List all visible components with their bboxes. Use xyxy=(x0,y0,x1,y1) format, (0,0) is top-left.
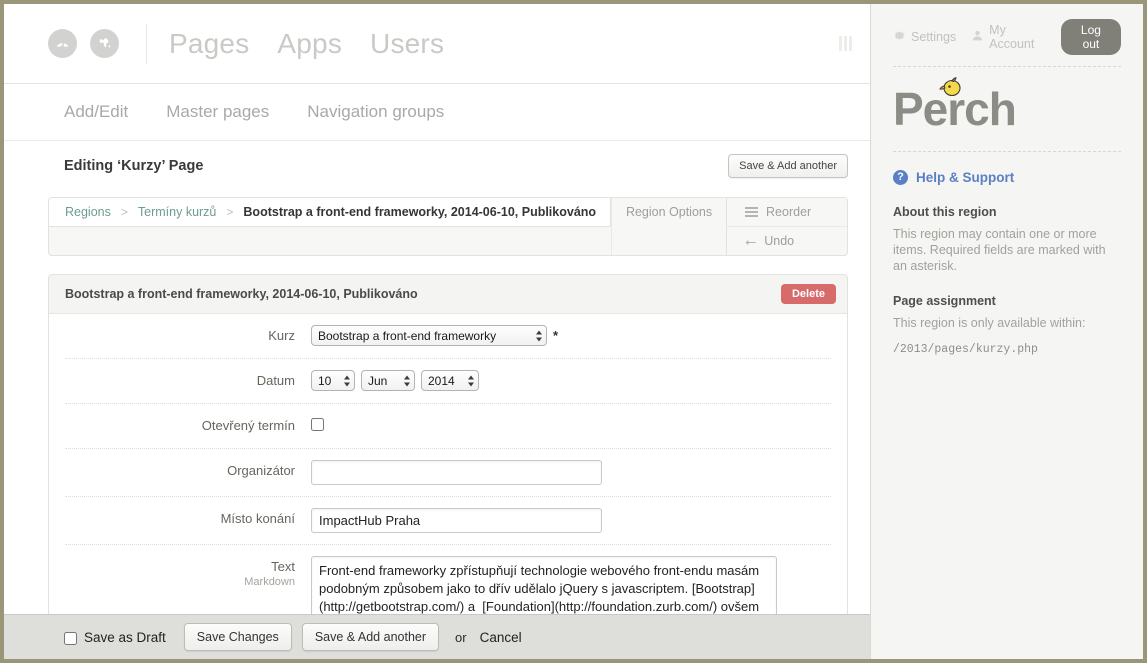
field-label-otevreny-termin: Otevřený termín xyxy=(65,415,311,433)
breadcrumb-left: Regions > Termíny kurzů > Bootstrap a fr… xyxy=(49,198,611,255)
bird-icon xyxy=(939,77,963,99)
otevreny-termin-checkbox[interactable] xyxy=(311,418,324,431)
save-bar: Save as Draft Save Changes Save & Add an… xyxy=(4,614,870,659)
subnav-navigation-groups[interactable]: Navigation groups xyxy=(307,102,444,122)
undo-button[interactable]: ⭠ Undo xyxy=(727,227,847,255)
datum-day-select[interactable]: 10 xyxy=(311,370,355,391)
my-account-link[interactable]: My Account xyxy=(971,23,1046,51)
hamburger-icon xyxy=(745,207,758,217)
save-as-draft-checkbox[interactable] xyxy=(64,632,77,645)
settings-label: Settings xyxy=(911,30,956,44)
dashboard-icon[interactable] xyxy=(48,29,77,58)
datum-month-select[interactable]: Jun xyxy=(361,370,415,391)
field-row-kurz: Kurz Bootstrap a front-end frameworky * xyxy=(65,314,831,359)
gear-icon xyxy=(893,29,906,45)
save-as-draft-label: Save as Draft xyxy=(84,630,166,645)
save-changes-button[interactable]: Save Changes xyxy=(184,623,292,651)
field-label-datum: Datum xyxy=(65,370,311,388)
page-title-row: Editing ‘Kurzy’ Page Save & Add another xyxy=(4,141,870,191)
kurz-select-wrapper: Bootstrap a front-end frameworky xyxy=(311,325,547,346)
breadcrumb-actions: Reorder ⭠ Undo xyxy=(727,198,847,255)
field-label-text: Text Markdown xyxy=(65,556,311,588)
delete-button[interactable]: Delete xyxy=(781,284,836,304)
nav-link-pages[interactable]: Pages xyxy=(169,28,249,60)
field-label-text-main: Text xyxy=(271,559,295,574)
help-and-support-link[interactable]: ? Help & Support xyxy=(893,170,1121,185)
reorder-button[interactable]: Reorder xyxy=(727,198,847,227)
or-text: or xyxy=(455,630,467,645)
save-and-add-another-button[interactable]: Save & Add another xyxy=(302,623,439,651)
top-navigation-bar: Pages Apps Users xyxy=(4,4,870,84)
about-region-text: This region may contain one or more item… xyxy=(893,226,1121,274)
region-header-title: Bootstrap a front-end frameworky, 2014-0… xyxy=(65,287,418,301)
datum-year-select[interactable]: 2014 xyxy=(421,370,479,391)
region-panel: Bootstrap a front-end frameworky, 2014-0… xyxy=(48,274,848,659)
globe-icon[interactable] xyxy=(90,29,119,58)
field-label-misto-konani: Místo konání xyxy=(65,508,311,526)
datum-month-wrapper: Jun xyxy=(361,370,415,391)
field-row-organizator: Organizátor xyxy=(65,449,831,497)
user-icon xyxy=(971,29,984,45)
my-account-label: My Account xyxy=(989,23,1046,51)
perch-logo: Perch xyxy=(893,67,1121,151)
organizator-input[interactable] xyxy=(311,460,602,485)
undo-label: Undo xyxy=(764,234,794,248)
save-as-draft-group: Save as Draft xyxy=(64,629,166,645)
breadcrumb-item-regions[interactable]: Regions xyxy=(65,205,111,219)
nav-link-apps[interactable]: Apps xyxy=(277,28,342,60)
region-header: Bootstrap a front-end frameworky, 2014-0… xyxy=(49,275,847,314)
field-label-text-sub: Markdown xyxy=(65,576,295,588)
datum-day-wrapper: 10 xyxy=(311,370,355,391)
datum-year-wrapper: 2014 xyxy=(421,370,479,391)
nav-link-users[interactable]: Users xyxy=(370,28,444,60)
sub-navigation-bar: Add/Edit Master pages Navigation groups xyxy=(4,84,870,141)
breadcrumb-bar: Regions > Termíny kurzů > Bootstrap a fr… xyxy=(48,197,848,256)
subnav-add-edit[interactable]: Add/Edit xyxy=(64,102,128,122)
breadcrumb-current: Bootstrap a front-end frameworky, 2014-0… xyxy=(243,205,596,219)
nav-divider xyxy=(146,24,147,64)
breadcrumb-separator: > xyxy=(121,205,128,219)
log-out-button[interactable]: Log out xyxy=(1061,19,1121,55)
reorder-label: Reorder xyxy=(766,205,811,219)
settings-link[interactable]: Settings xyxy=(893,29,956,45)
undo-arrow-icon: ⭠ xyxy=(745,234,756,248)
page-assignment-path: /2013/pages/kurzy.php xyxy=(893,343,1121,356)
region-options-label: Region Options xyxy=(626,205,712,219)
about-region-heading: About this region xyxy=(893,205,1121,219)
kurz-select[interactable]: Bootstrap a front-end frameworky xyxy=(311,325,547,346)
app-window: Pages Apps Users Add/Edit Master pages N… xyxy=(4,4,1143,659)
field-row-datum: Datum 10 Jun xyxy=(65,359,831,404)
breadcrumb-item-terminy-kurzu[interactable]: Termíny kurzů xyxy=(138,205,217,219)
cancel-link[interactable]: Cancel xyxy=(480,630,522,645)
page-assignment-heading: Page assignment xyxy=(893,294,1121,308)
field-label-kurz: Kurz xyxy=(65,325,311,343)
breadcrumb: Regions > Termíny kurzů > Bootstrap a fr… xyxy=(49,198,611,227)
subnav-master-pages[interactable]: Master pages xyxy=(166,102,269,122)
field-label-organizator: Organizátor xyxy=(65,460,311,478)
breadcrumb-separator: > xyxy=(226,205,233,219)
page-assignment-text: This region is only available within: xyxy=(893,315,1121,331)
account-row: Settings My Account Log out xyxy=(893,4,1121,66)
save-and-add-another-top-button[interactable]: Save & Add another xyxy=(728,154,848,178)
right-sidebar: Settings My Account Log out Perch xyxy=(871,4,1143,659)
required-asterisk: * xyxy=(553,329,558,342)
page-title: Editing ‘Kurzy’ Page xyxy=(64,158,203,174)
region-options-button[interactable]: Region Options xyxy=(611,198,727,255)
help-and-support-label: Help & Support xyxy=(916,170,1014,185)
field-row-otevreny-termin: Otevřený termín xyxy=(65,404,831,449)
sidebar-divider-bottom xyxy=(893,151,1121,152)
main-column: Pages Apps Users Add/Edit Master pages N… xyxy=(4,4,871,659)
question-mark-icon: ? xyxy=(893,170,908,185)
grip-icon[interactable] xyxy=(839,36,852,51)
field-row-misto-konani: Místo konání xyxy=(65,497,831,545)
misto-konani-input[interactable] xyxy=(311,508,602,533)
